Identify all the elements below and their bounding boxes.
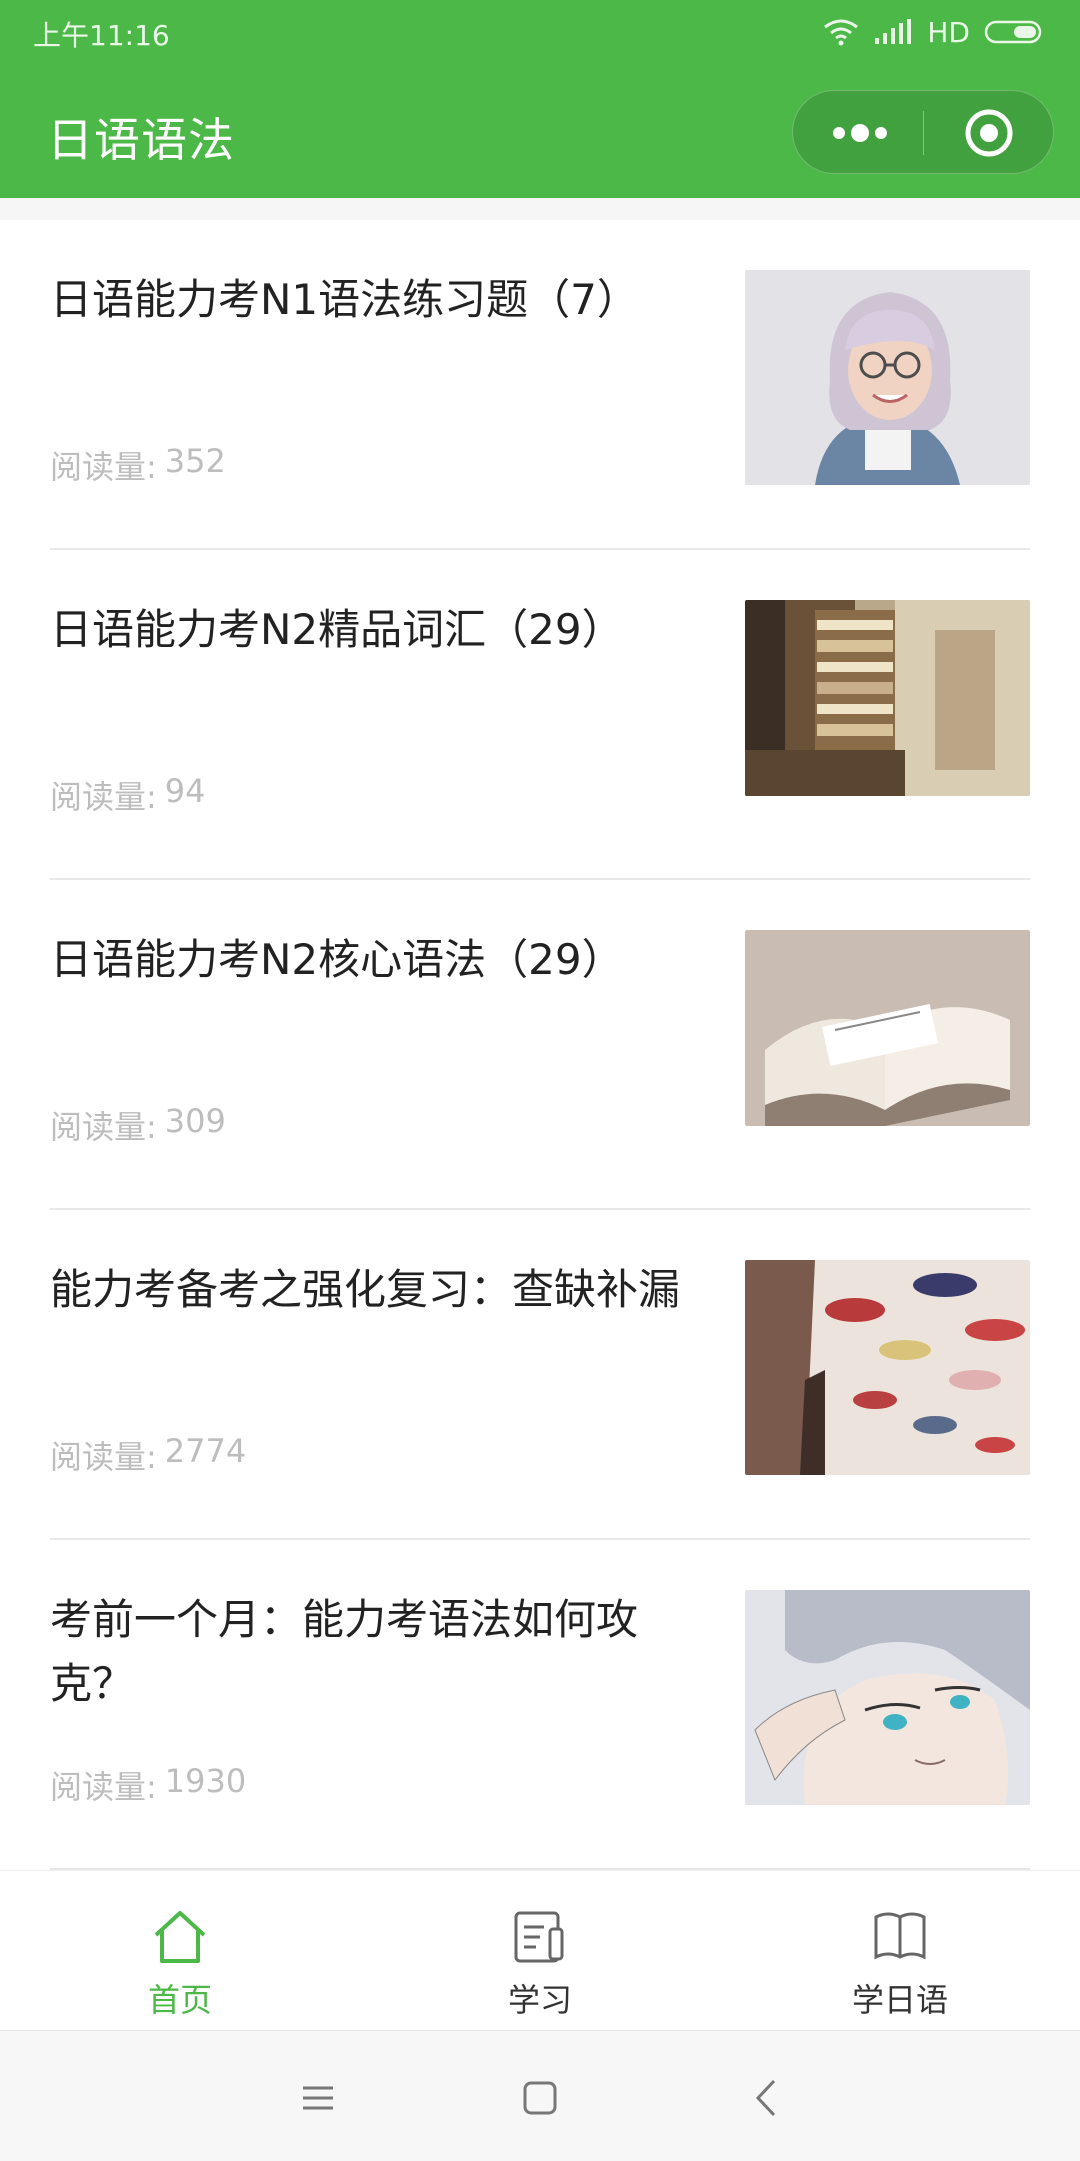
status-icons: HD xyxy=(823,12,1046,52)
miniprogram-capsule xyxy=(792,90,1054,174)
article-thumbnail xyxy=(745,1260,1030,1475)
umbrellas-street-image xyxy=(745,1260,1030,1475)
article-title: 日语能力考N2精品词汇（29） xyxy=(50,605,624,654)
study-icon xyxy=(514,1911,564,1963)
open-book-image xyxy=(745,930,1030,1126)
article-thumbnail xyxy=(745,1590,1030,1805)
article-thumbnail xyxy=(745,270,1030,485)
home-icon xyxy=(154,1911,206,1963)
status-time: 上午11:16 xyxy=(33,19,170,52)
status-bar: 上午11:16 HD xyxy=(0,0,1080,66)
battery-icon xyxy=(984,20,1042,44)
views-count: 309 xyxy=(164,1102,226,1140)
tab-study[interactable]: 学习 xyxy=(410,1871,670,2031)
article-title: 日语能力考N1语法练习题（7） xyxy=(50,275,639,324)
header-shadow xyxy=(0,198,1080,220)
tab-label: 学日语 xyxy=(851,1981,948,2019)
article-thumbnail xyxy=(745,930,1030,1126)
article-title: 考前一个月：能力考语法如何攻克？ xyxy=(50,1595,639,1708)
signal-icon xyxy=(875,19,912,44)
book-icon xyxy=(874,1912,926,1960)
article-item[interactable]: 日语能力考N2精品词汇（29） 阅读量: 94 xyxy=(50,550,1030,880)
views-count: 94 xyxy=(164,772,206,810)
article-item[interactable]: 日语能力考N1语法练习题（7） 阅读量: 352 xyxy=(50,220,1030,550)
article-item[interactable]: 考前一个月：能力考语法如何攻克？ 阅读量: 1930 xyxy=(50,1540,1030,1870)
views-count: 2774 xyxy=(164,1432,247,1470)
anime-character-image xyxy=(745,1590,1030,1805)
article-views: 阅读量: 2774 xyxy=(50,1432,246,1478)
tab-label: 首页 xyxy=(147,1981,212,2019)
article-title: 能力考备考之强化复习：查缺补漏 xyxy=(50,1265,681,1314)
system-navigation-bar xyxy=(0,2030,1080,2161)
article-views: 阅读量: 1930 xyxy=(50,1762,246,1808)
article-thumbnail xyxy=(745,600,1030,796)
views-label: 阅读量: xyxy=(50,1768,157,1806)
page-title: 日语语法 xyxy=(47,113,235,167)
article-views: 阅读量: 309 xyxy=(50,1102,226,1148)
tab-label: 学习 xyxy=(507,1981,572,2019)
tab-learn-japanese[interactable]: 学日语 xyxy=(770,1871,1030,2031)
bottom-tab-bar: 首页 学习 学日语 xyxy=(0,1870,1080,2031)
close-target-icon[interactable] xyxy=(963,107,1015,159)
back-icon[interactable] xyxy=(738,2073,798,2123)
views-label: 阅读量: xyxy=(50,778,157,816)
menu-icon[interactable] xyxy=(288,2073,348,2123)
bookshelf-image xyxy=(745,600,1030,796)
network-type: HD xyxy=(927,15,970,49)
views-count: 352 xyxy=(164,442,226,480)
views-label: 阅读量: xyxy=(50,1108,157,1146)
girl-with-glasses-image xyxy=(745,270,1030,485)
article-item[interactable]: 日语能力考N2核心语法（29） 阅读量: 309 xyxy=(50,880,1030,1210)
views-count: 1930 xyxy=(164,1762,247,1800)
header-bar: 上午11:16 HD 日语语法 xyxy=(0,0,1080,198)
wifi-icon xyxy=(824,19,859,46)
views-label: 阅读量: xyxy=(50,1438,157,1476)
article-item[interactable]: 能力考备考之强化复习：查缺补漏 阅读量: 2774 xyxy=(50,1210,1030,1540)
capsule-divider xyxy=(923,111,924,155)
tab-home[interactable]: 首页 xyxy=(50,1871,310,2031)
article-title: 日语能力考N2核心语法（29） xyxy=(50,935,624,984)
home-square-icon[interactable] xyxy=(510,2073,570,2123)
article-views: 阅读量: 94 xyxy=(50,772,206,818)
article-views: 阅读量: 352 xyxy=(50,442,226,488)
views-label: 阅读量: xyxy=(50,448,157,486)
more-icon[interactable] xyxy=(825,119,895,147)
